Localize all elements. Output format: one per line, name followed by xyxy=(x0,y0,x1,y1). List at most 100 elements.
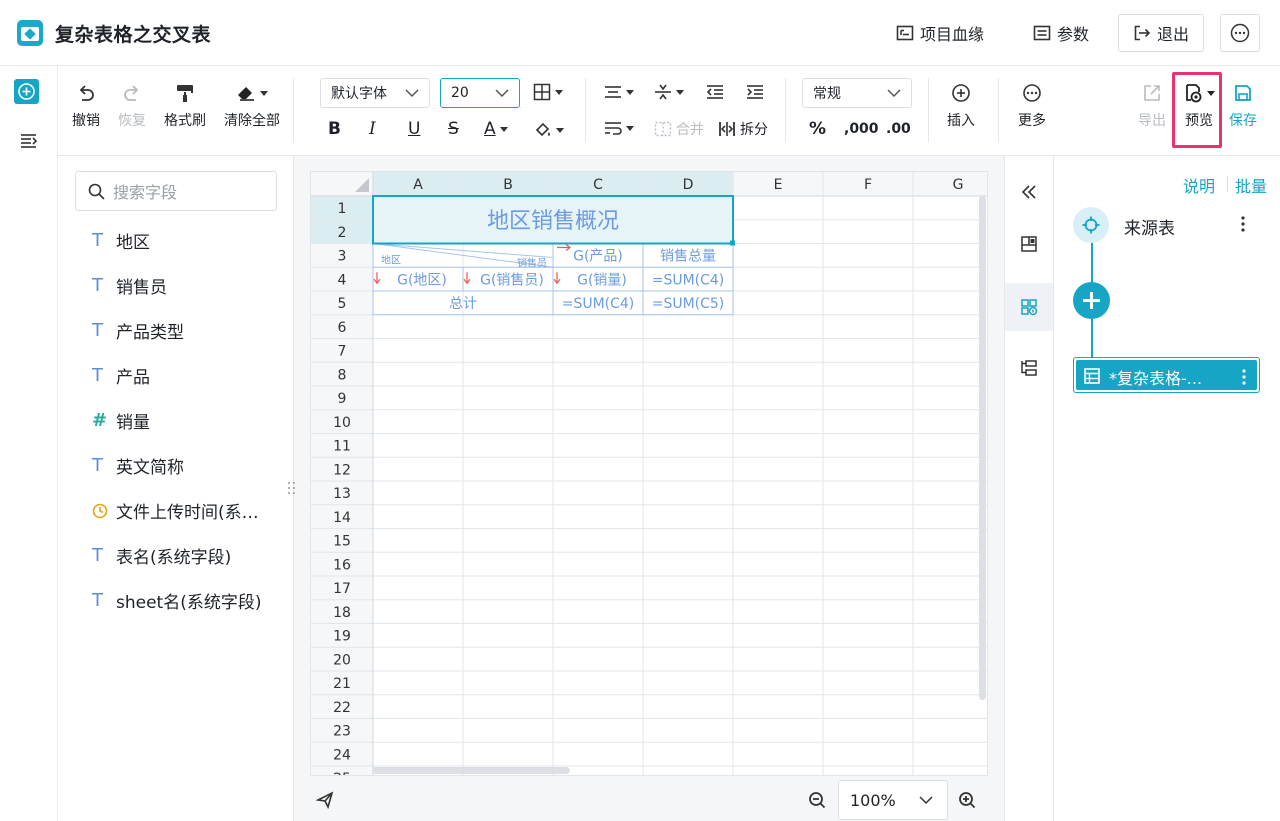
row-header-label: 11 xyxy=(333,439,351,455)
add-dataset-button[interactable] xyxy=(14,79,39,104)
wrap-text-button[interactable] xyxy=(604,119,634,137)
explain-link[interactable]: 说明 xyxy=(1183,173,1215,197)
exit-label: 退出 xyxy=(1157,25,1190,44)
thousands-button[interactable]: ,000 xyxy=(844,121,879,137)
fill-color-button[interactable] xyxy=(534,121,564,139)
toolbar: 撤销 恢复 格式刷 清除全部 默认字体 20 B I U S A 合并 拆分 常… xyxy=(58,66,1280,156)
more-button[interactable]: 更多 xyxy=(1018,80,1046,130)
undo-icon xyxy=(79,85,94,101)
export-icon xyxy=(1144,85,1160,101)
vertical-ellipsis-icon[interactable] xyxy=(1240,215,1246,233)
collapse-panel-button[interactable] xyxy=(1005,168,1053,216)
vertical-scrollbar[interactable] xyxy=(979,196,986,700)
search-icon xyxy=(88,183,105,200)
eraser-icon xyxy=(238,87,254,101)
zoom-value: 100% xyxy=(850,790,896,810)
params-button[interactable]: 参数 xyxy=(1033,14,1089,52)
row-header-label: 4 xyxy=(338,272,347,288)
row-header-label: 13 xyxy=(333,486,351,502)
drag-dots-icon xyxy=(288,482,295,494)
split-button[interactable]: 拆分 xyxy=(718,119,768,139)
cell-d4: =SUM(C4) xyxy=(652,272,725,288)
row-header-label: 9 xyxy=(338,391,347,407)
row-header-label: 15 xyxy=(333,534,351,550)
horizontal-align-button[interactable] xyxy=(604,83,634,101)
row-header-label: 5 xyxy=(338,296,347,312)
border-grid-icon xyxy=(533,83,551,101)
undo-button[interactable]: 撤销 xyxy=(72,80,100,130)
zoom-out-icon[interactable] xyxy=(808,791,826,809)
toolbar-divider xyxy=(785,78,786,142)
field-search-input[interactable]: 搜索字段 xyxy=(75,171,277,211)
field-item[interactable]: T 产品 xyxy=(92,353,282,398)
field-item[interactable]: 文件上传时间(系统字段) xyxy=(92,488,282,533)
insert-button[interactable]: 插入 xyxy=(947,80,975,130)
cell-properties-button[interactable] xyxy=(1005,220,1053,268)
font-size-select[interactable]: 20 xyxy=(440,78,520,108)
field-item[interactable]: T 地区 xyxy=(92,218,282,263)
underline-button[interactable]: U xyxy=(408,119,420,139)
redo-button[interactable]: 恢复 xyxy=(118,80,146,130)
preview-highlight-box xyxy=(1172,72,1222,148)
send-icon[interactable] xyxy=(316,791,334,809)
plus-circle-icon xyxy=(18,83,35,100)
outdent-button[interactable] xyxy=(706,83,724,101)
field-item[interactable]: T 产品类型 xyxy=(92,308,282,353)
field-panel: 搜索字段 T 地区 T 销售员 T 产品类型 T 产品 # 销量 T 英文简称文件上传时间(系统字段)… xyxy=(58,156,294,821)
exit-button[interactable]: 退出 xyxy=(1118,14,1205,52)
bold-button[interactable]: B xyxy=(328,119,341,139)
field-item[interactable]: T 英文简称 xyxy=(92,443,282,488)
tree-structure-icon xyxy=(1021,360,1037,376)
number-format-select[interactable]: 常规 xyxy=(802,78,912,108)
field-item[interactable]: T 表名(系统字段) xyxy=(92,533,282,578)
merge-cells-icon xyxy=(654,121,672,137)
flow-connector xyxy=(1091,243,1093,283)
cell-a5-total: 总计 xyxy=(449,296,477,312)
percent-button[interactable]: % xyxy=(809,119,826,139)
vertical-ellipsis-icon[interactable] xyxy=(1241,368,1247,386)
decimal-button[interactable]: .00 xyxy=(886,121,911,137)
add-step-button[interactable] xyxy=(1073,282,1110,319)
data-flow-icon xyxy=(1021,299,1038,316)
outline-list-icon xyxy=(21,134,38,148)
component-tree-button[interactable] xyxy=(1005,344,1053,392)
source-table-node[interactable]: 来源表 xyxy=(1073,207,1260,243)
border-button[interactable] xyxy=(533,83,563,101)
row-header-label: 20 xyxy=(333,652,351,668)
zoom-in-icon[interactable] xyxy=(958,791,976,809)
split-label: 拆分 xyxy=(740,122,768,138)
spreadsheet-canvas[interactable]: A B C D E F G123456789101112131415161718192021… xyxy=(311,172,988,776)
lineage-button[interactable]: 项目血缘 xyxy=(896,14,984,52)
clear-all-button[interactable]: 清除全部 xyxy=(224,80,280,130)
export-button[interactable]: 导出 xyxy=(1138,80,1166,130)
strikethrough-button[interactable]: S xyxy=(448,119,459,139)
italic-button[interactable]: I xyxy=(369,119,376,139)
horizontal-scrollbar[interactable] xyxy=(372,767,570,774)
table-icon xyxy=(1084,368,1100,384)
format-painter-button[interactable]: 格式刷 xyxy=(164,80,206,130)
field-item[interactable]: Tsheet名(系统字段) xyxy=(92,578,282,623)
outline-button[interactable] xyxy=(20,133,38,153)
font-color-button[interactable]: A xyxy=(484,119,508,139)
font-family-select[interactable]: 默认字体 xyxy=(320,78,430,108)
vertical-align-button[interactable] xyxy=(654,83,684,101)
panel-resize-handle[interactable] xyxy=(287,480,297,500)
header-more-button[interactable] xyxy=(1220,14,1260,52)
field-item[interactable]: T 销售员 xyxy=(92,263,282,308)
merge-button[interactable]: 合并 xyxy=(654,119,704,139)
row-header-label: 21 xyxy=(333,676,351,692)
table-component-node[interactable]: *复杂表格-... xyxy=(1073,357,1260,393)
left-rail xyxy=(0,66,58,821)
row-header-label: 17 xyxy=(333,581,351,597)
save-button[interactable]: 保存 xyxy=(1229,80,1257,130)
field-item[interactable]: # 销量 xyxy=(92,398,282,443)
plus-circle-icon xyxy=(952,84,970,102)
indent-button[interactable] xyxy=(746,83,764,101)
batch-link[interactable]: 批量 xyxy=(1235,173,1267,197)
row-header-label: 22 xyxy=(333,700,351,716)
data-flow-button[interactable] xyxy=(1005,283,1053,331)
redo-icon xyxy=(124,85,139,101)
column-header-label: A xyxy=(413,177,423,193)
zoom-select[interactable]: 100% xyxy=(838,780,948,820)
spreadsheet-grid[interactable]: A B C D E F G 1 2 3 4 5 6 7 8 9 10 11 12 13 14 15 16 17 18 19 20 21… xyxy=(310,171,988,776)
